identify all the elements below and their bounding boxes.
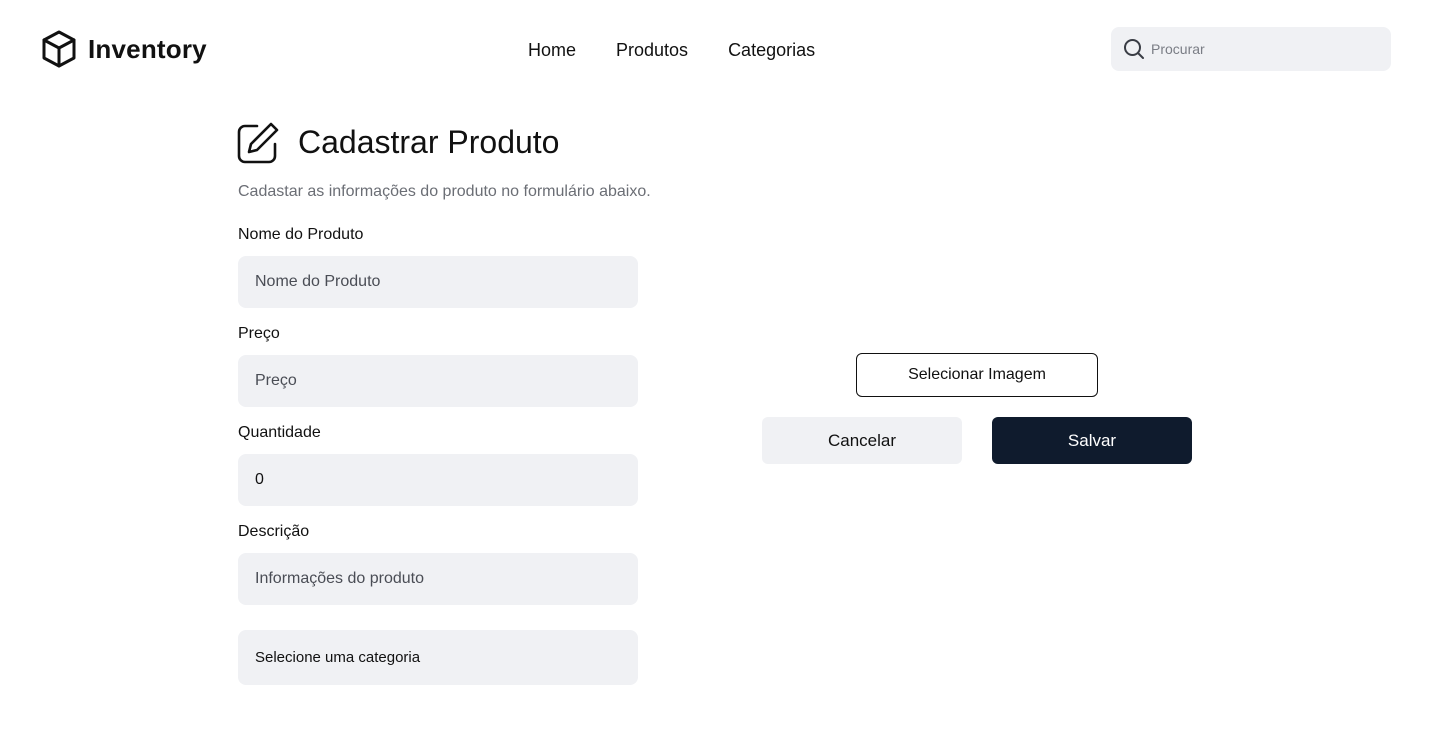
nav-link-produtos[interactable]: Produtos: [616, 38, 688, 62]
description-input[interactable]: [238, 553, 638, 605]
search-box[interactable]: [1111, 27, 1391, 71]
search-icon: [1124, 39, 1144, 59]
main-nav: Home Produtos Categorias: [528, 38, 815, 62]
save-button[interactable]: Salvar: [992, 417, 1192, 464]
brand[interactable]: Inventory: [41, 30, 207, 68]
search-input[interactable]: [1151, 34, 1381, 64]
product-name-input[interactable]: [238, 256, 638, 308]
page-title: Cadastrar Produto: [298, 124, 560, 160]
cancel-button[interactable]: Cancelar: [762, 417, 962, 464]
nav-link-categorias[interactable]: Categorias: [728, 38, 815, 62]
description-label: Descrição: [238, 523, 310, 540]
quantity-input[interactable]: [238, 454, 638, 506]
edit-icon: [237, 122, 279, 164]
price-input[interactable]: [238, 355, 638, 407]
top-header: Inventory Home Produtos Categorias: [0, 0, 1448, 100]
name-label: Nome do Produto: [238, 226, 364, 243]
select-image-button[interactable]: Selecionar Imagem: [856, 353, 1098, 397]
nav-link-home[interactable]: Home: [528, 38, 576, 62]
price-label: Preço: [238, 325, 280, 342]
brand-name: Inventory: [88, 33, 207, 64]
category-select[interactable]: Selecione uma categoria: [238, 630, 638, 685]
category-select-value: Selecione uma categoria: [255, 649, 421, 666]
page-title-row: Cadastrar Produto: [237, 121, 559, 164]
page-subtitle: Cadastar as informações do produto no fo…: [238, 183, 651, 200]
box-icon: [42, 30, 76, 68]
quantity-label: Quantidade: [238, 424, 321, 441]
